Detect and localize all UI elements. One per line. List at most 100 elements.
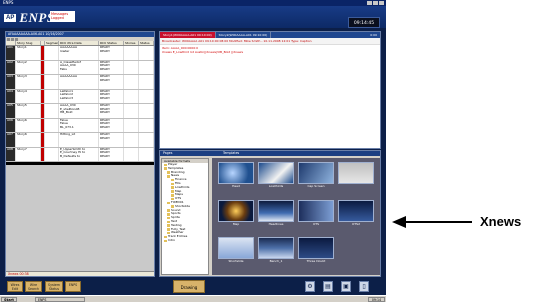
folder-icon [164,163,167,167]
row-number: A06 [6,118,16,132]
folder-icon [167,228,170,231]
folder-icon [167,175,170,178]
template-tile[interactable]: Bench_1 [258,237,294,271]
column-header[interactable]: Story Slug [16,41,41,45]
template-tile[interactable]: Headlines [258,199,294,234]
template-label: Map [232,221,240,226]
rcu-status: READY READY READY [99,60,124,74]
segment-cell [45,75,59,89]
xtra-data: AAAAAAAA lowter [59,46,99,60]
template-tile[interactable]: Three Doubt [298,237,334,271]
rcu-status: READY READY READY [99,147,124,161]
folder-icon [171,178,174,182]
wire-search-button[interactable]: Wire Search [25,281,42,292]
template-tile[interactable]: OTS2 [338,199,374,234]
story-editor[interactable]: Item: AAAA_000:0000:0 Xnews E_Lowthird l… [160,45,380,57]
save-icon[interactable]: ▣ [341,281,351,292]
tab-templates[interactable]: Templates [215,151,380,156]
xtra-data: AAAAAAAA [59,75,99,89]
tool-icon[interactable]: ⚙ [305,281,315,292]
rundown-empty-area [6,165,154,276]
xtra-data: A_Classifiedof AAAA_030 Fabs [59,60,99,74]
template-tile[interactable]: Lowthirds [258,162,294,196]
template-label: OTS2 [351,221,360,226]
status-cell [139,75,154,89]
graph-icon[interactable]: ▤ [323,281,333,292]
template-tile[interactable] [338,162,374,196]
trash-icon[interactable]: ▯ [359,281,369,292]
system-status-button[interactable]: System Status [45,281,63,292]
table-row[interactable]: A02 Story2 A_Classifiedof AAAA_030 Fabs REA… [6,60,154,75]
start-button[interactable]: Start [1,296,17,302]
template-label: Bench_1 [269,259,283,264]
table-row[interactable]: A08 Story7 E_UpperSmith to E_Courtney Hi t… [6,147,154,162]
logged-line: Logged [51,16,64,21]
row-number: A04 [6,89,16,103]
folder-icon [167,213,170,216]
template-tile[interactable]: Map [218,199,254,234]
wires-edit-button[interactable]: Wires Edit [7,281,23,292]
enps-logo: AP ENPS [4,10,55,25]
tree-list: Player Templates Branding News Finance Fills L… [162,162,208,243]
minimize-button[interactable] [367,1,372,5]
tab-pages[interactable]: Pages [160,151,215,156]
template-tile[interactable]: Shortslide [218,237,254,271]
column-header[interactable]: Status [139,41,154,45]
maximize-button[interactable] [373,1,378,5]
xtra-data: E_UpperSmith to E_Courtney Hi to B_Defau… [59,147,99,161]
folder-icon [167,201,170,205]
column-header[interactable]: Stories [124,41,139,45]
table-row[interactable]: A04 Story4 Lalfalor1 Lalfalor2 Lalfalor3 RE… [6,89,154,104]
template-tile[interactable]: Head [218,162,254,196]
table-row[interactable]: A05 Story5 AAAA_030 E_shelltonAB HB_Bold RE… [6,104,154,119]
row-number: A08 [6,147,16,161]
drawing-button[interactable]: Drawing [173,280,205,293]
story-slug: Story7 [16,147,41,161]
segment-cell [45,89,59,103]
clock: 09:14:45 [348,17,380,28]
system-tray: 09:14 [367,296,385,302]
enps-button[interactable]: ENPS [65,281,81,292]
folder-icon [167,220,170,224]
segment-cell [45,104,59,118]
status-cell [139,89,154,103]
table-row[interactable]: A03 Story3 AAAAAAAA READY READY [6,75,154,90]
template-thumbnail [298,199,334,222]
tree-node[interactable]: Intro [162,238,208,243]
column-header[interactable]: Segment [45,41,59,45]
segment-cell [45,46,59,60]
template-label: Three Doubt [306,259,326,264]
template-label: Shortslide [228,259,244,264]
story-slug: Story6 [16,118,41,132]
template-tile[interactable]: OTS [298,199,334,234]
column-header[interactable]: RCU Xtra Data [59,41,99,45]
column-header[interactable] [6,41,16,45]
status-cell [139,118,154,132]
folder-icon [164,235,167,239]
taskbar-app-enps[interactable]: ENPS [35,296,85,302]
close-button[interactable] [379,1,384,5]
rcu-status: READY READY READY [99,89,124,103]
rundown-table-body: A01 Story1 AAAAAAAA lowter READY READY A02 S… [6,46,154,162]
tab-story1[interactable]: Story1(W00AAAA-A01 09:10:00) [160,32,216,38]
story-line: Xnews E_Lowthird lot Austin||Xnews|VIB_B… [162,49,244,54]
template-thumbnail [338,162,374,184]
table-row[interactable]: A07 Story6 Hitting_LX READY READY [6,133,154,148]
window-title: ENPS [3,0,14,5]
rcu-status: READY READY [99,75,124,89]
column-header[interactable]: RCU Status [99,41,124,45]
messages-box[interactable]: Messages Logged [50,11,75,22]
stories-cell [124,104,139,118]
xtra-data: Falue Falue BL_073.1 [59,118,99,132]
folder-icon [167,209,170,212]
tab-story2[interactable]: Story2(W00AAAA-A01 09:10:00) [216,32,272,38]
story-slug: Story2 [16,60,41,74]
table-row[interactable]: A01 Story1 AAAAAAAA lowter READY READY [6,46,154,61]
folder-icon [171,182,174,186]
status-cell [139,147,154,161]
enps-screen: ENPS AP ENPS Messages Logged 09:14:45 AF… [0,0,386,302]
rcu-status: READY READY READY [99,104,124,118]
table-row[interactable]: A06 Story6 Falue Falue BL_073.1 READY READY… [6,118,154,133]
template-tile[interactable]: Cap Screen [298,162,334,196]
rundown-status: Xnews 00:38 [6,271,154,276]
